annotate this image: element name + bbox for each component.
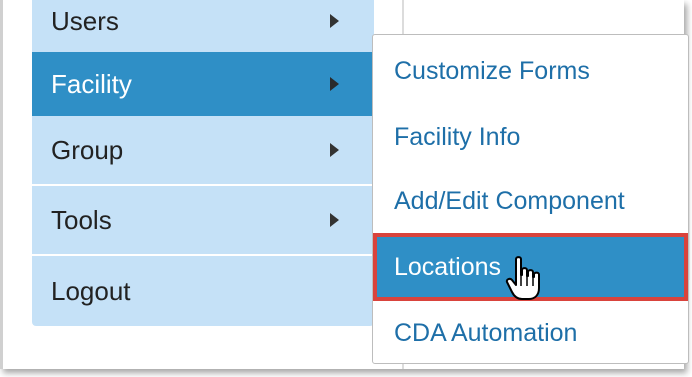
chevron-right-icon xyxy=(330,213,339,227)
facility-submenu: Customize Forms Facility Info Add/Edit C… xyxy=(372,34,689,364)
submenu-item-customize-forms[interactable]: Customize Forms xyxy=(373,37,688,105)
menu-item-label: Users xyxy=(51,5,119,36)
menu-item-label: Logout xyxy=(51,275,131,306)
menu-item-facility[interactable]: Facility xyxy=(32,52,374,116)
frame-left-border xyxy=(0,0,3,369)
menu-item-logout[interactable]: Logout xyxy=(32,254,374,326)
chevron-right-icon xyxy=(330,14,339,28)
submenu-item-facility-info[interactable]: Facility Info xyxy=(373,103,688,171)
menu-item-label: Group xyxy=(51,134,124,165)
menu-item-label: Tools xyxy=(51,204,112,235)
menu-item-label: Facility xyxy=(51,68,132,99)
submenu-item-label: Add/Edit Component xyxy=(394,186,625,215)
submenu-item-label: CDA Automation xyxy=(394,318,578,347)
menu-item-users[interactable]: Users xyxy=(32,0,374,52)
submenu-item-label: Facility Info xyxy=(394,122,521,151)
submenu-item-add-edit-component[interactable]: Add/Edit Component xyxy=(373,167,688,235)
chevron-right-icon xyxy=(330,77,339,91)
menu-item-group[interactable]: Group xyxy=(32,116,374,184)
submenu-item-cda-automation[interactable]: CDA Automation xyxy=(373,299,688,367)
submenu-item-label: Locations xyxy=(394,252,502,281)
chevron-right-icon xyxy=(330,143,339,157)
submenu-item-label: Customize Forms xyxy=(394,56,590,85)
hand-pointer-cursor-icon xyxy=(505,256,540,300)
menu-item-tools[interactable]: Tools xyxy=(32,184,374,254)
side-menu: Users Facility Group Tools Logout xyxy=(32,0,374,326)
